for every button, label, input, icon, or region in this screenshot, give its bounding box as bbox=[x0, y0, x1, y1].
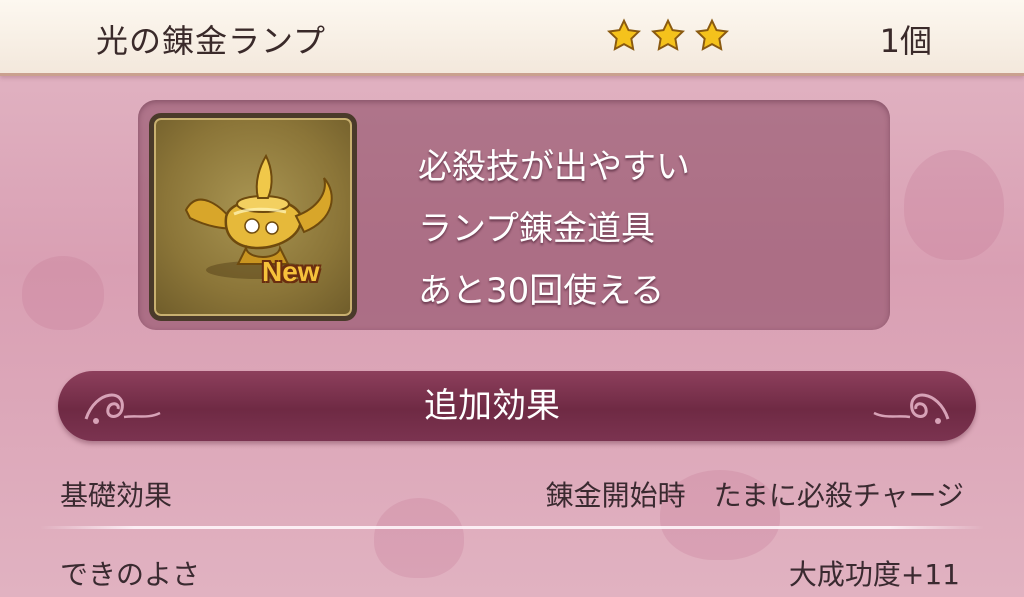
base-effect-label: 基礎効果 bbox=[60, 479, 173, 512]
quality-value: 大成功度+11 bbox=[788, 558, 960, 591]
additional-effects-title: 追加効果 bbox=[424, 386, 560, 426]
item-icon-frame[interactable]: New bbox=[149, 113, 357, 321]
rarity-stars bbox=[606, 18, 730, 54]
star-icon bbox=[651, 18, 685, 51]
item-name: 光の錬金ランプ bbox=[96, 22, 327, 60]
quality-label: できのよさ bbox=[60, 558, 201, 591]
right-flourish-ornament bbox=[873, 393, 950, 424]
star-icon bbox=[695, 18, 729, 51]
item-description: 必殺技が出やすい ランプ錬金道具 あと30回使える bbox=[418, 136, 690, 322]
row-divider bbox=[40, 526, 984, 529]
description-line: ランプ錬金道具 bbox=[418, 209, 655, 249]
golden-magic-lamp-icon bbox=[184, 153, 333, 279]
item-quantity: 1個 bbox=[879, 22, 932, 60]
item-header: 光の錬金ランプ 1個 bbox=[0, 0, 1024, 76]
base-effect-value: 錬金開始時 たまに必殺チャージ bbox=[545, 479, 964, 512]
description-line: 必殺技が出やすい bbox=[418, 147, 690, 187]
new-badge: New bbox=[262, 256, 320, 287]
additional-effects-banner: 追加効果 bbox=[58, 371, 976, 441]
description-line: あと30回使える bbox=[418, 271, 665, 311]
background-flower-decoration bbox=[22, 256, 104, 330]
star-icon bbox=[607, 18, 641, 51]
background-flower-decoration bbox=[374, 498, 464, 578]
background-flower-decoration bbox=[904, 150, 1004, 260]
